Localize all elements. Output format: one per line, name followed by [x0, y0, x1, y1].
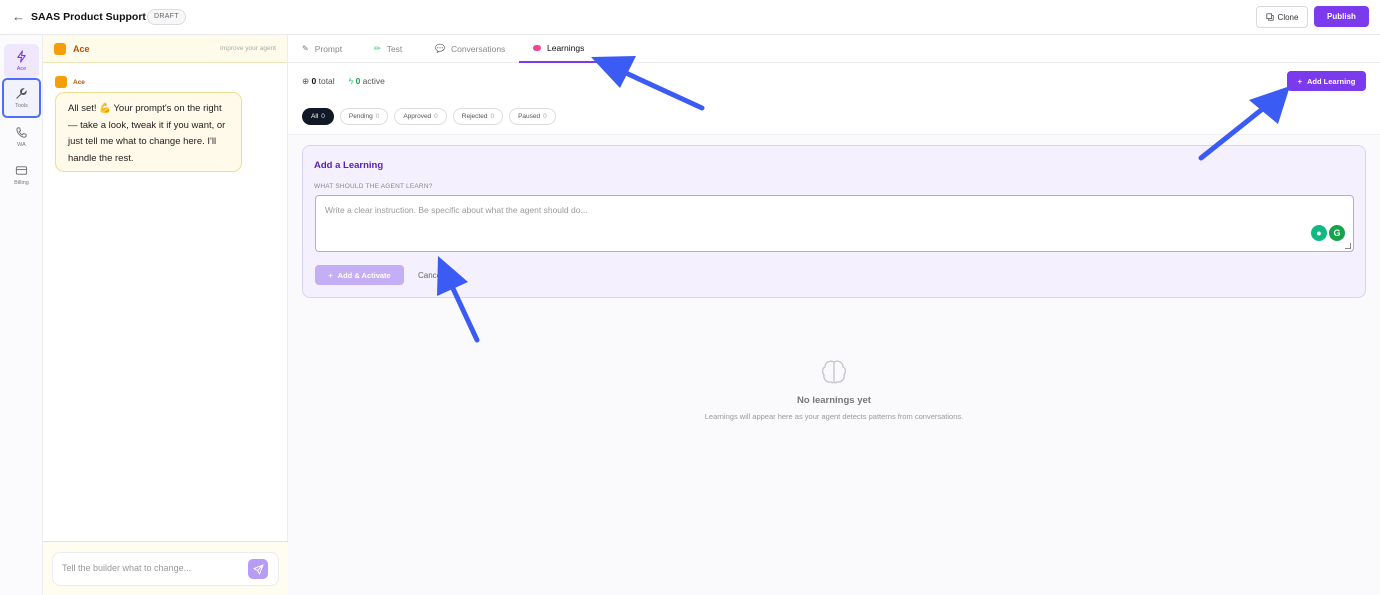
send-icon — [252, 563, 264, 575]
ace-avatar — [54, 42, 66, 55]
cancel-button[interactable]: Cancel — [418, 271, 443, 280]
form-title: Add a Learning — [314, 160, 384, 171]
main-panel: ✎ Prompt ✏ Test 💬 Conversations Learning… — [288, 35, 1380, 595]
card-icon — [15, 166, 28, 175]
message-author-name: Ace — [73, 78, 85, 86]
tab-label: Test — [386, 43, 403, 54]
add-learning-form: Add a Learning WHAT SHOULD THE AGENT LEA… — [302, 145, 1366, 298]
chat-message: All set! 💪 Your prompt's on the right — … — [55, 92, 242, 172]
filter-rejected[interactable]: Rejected 0 — [452, 108, 504, 125]
arrow-left-icon[interactable]: ← — [12, 9, 25, 24]
phone-icon — [16, 127, 27, 138]
brain-outline-icon: ⊕ — [302, 76, 310, 86]
rail-label: WA — [17, 142, 26, 148]
filter-pending[interactable]: Pending 0 — [339, 108, 389, 125]
tab-learnings[interactable]: Learnings — [519, 35, 599, 63]
chat-header: Ace Improve your agent — [43, 35, 287, 63]
avatar — [55, 76, 67, 88]
filter-paused[interactable]: Paused 0 — [509, 108, 556, 125]
tab-label: Prompt — [314, 43, 343, 54]
brain-icon — [821, 360, 847, 384]
builder-chat-panel: Ace Improve your agent Ace All set! 💪 Yo… — [43, 35, 288, 595]
filter-all[interactable]: All 0 — [302, 108, 334, 125]
rail-label: Ace — [16, 66, 27, 72]
resize-handle-icon[interactable] — [1345, 243, 1351, 249]
tab-bar: ✎ Prompt ✏ Test 💬 Conversations Learning… — [288, 35, 1380, 63]
sidebar-rail: Ace Tools WA Billing — [0, 35, 43, 595]
status-filters: All 0 Pending 0 Approved 0 Rejected 0 Paused… — [302, 108, 556, 125]
tab-prompt[interactable]: ✎ Prompt — [288, 35, 356, 62]
rail-item-ace[interactable]: Ace — [4, 44, 39, 78]
send-button[interactable] — [248, 559, 268, 579]
pen-icon: ✎ — [302, 44, 309, 53]
status-badge: DRAFT — [147, 9, 186, 25]
tab-label: Learnings — [547, 43, 585, 53]
add-activate-label: Add & Activate — [337, 270, 391, 280]
plus-icon: + — [328, 270, 333, 280]
rail-item-billing[interactable]: Billing — [4, 158, 39, 192]
add-activate-button[interactable]: + Add & Activate — [315, 265, 404, 285]
learning-stats: ⊕ 0 total ϟ 0 active — [302, 76, 385, 87]
agent-title: SAAS Product Support — [31, 11, 146, 23]
active-stat: ϟ 0 active — [348, 76, 385, 86]
learning-textarea[interactable]: Write a clear instruction. Be specific a… — [315, 195, 1354, 252]
pencil-icon: ✏ — [374, 44, 381, 53]
plus-icon: + — [1297, 76, 1303, 86]
grammarly-icon[interactable]: G — [1329, 225, 1345, 241]
copy-icon — [1265, 13, 1274, 21]
lightning-icon: ϟ — [348, 76, 354, 86]
rail-label: Tools — [15, 103, 28, 109]
clone-button[interactable]: Clone — [1256, 6, 1308, 28]
chat-footer: Tell the builder what to change... — [43, 541, 288, 595]
add-learning-button[interactable]: + Add Learning — [1287, 71, 1366, 91]
chat-bubble-icon: 💬 — [435, 44, 445, 53]
message-author: Ace — [55, 76, 85, 88]
empty-state-title: No learnings yet — [797, 395, 871, 406]
clone-label: Clone — [1277, 12, 1299, 22]
rail-item-wa[interactable]: WA — [4, 120, 39, 154]
tab-test[interactable]: ✏ Test — [360, 35, 416, 62]
tab-label: Conversations — [450, 43, 506, 54]
total-stat: ⊕ 0 total — [302, 76, 335, 86]
improve-label: Improve your agent — [219, 45, 276, 52]
wrench-icon — [16, 88, 27, 99]
publish-button[interactable]: Publish — [1314, 6, 1369, 27]
lightbulb-icon[interactable]: ● — [1311, 225, 1327, 241]
brain-icon — [533, 45, 541, 51]
top-bar: ← SAAS Product Support DRAFT Clone Publi… — [0, 0, 1380, 35]
lightning-icon — [17, 50, 26, 63]
filter-approved[interactable]: Approved 0 — [394, 108, 447, 125]
rail-item-tools[interactable]: Tools — [2, 78, 41, 118]
chat-agent-name: Ace — [73, 43, 90, 54]
chat-input[interactable]: Tell the builder what to change... — [52, 552, 279, 586]
empty-state-subtitle: Learnings will appear here as your agent… — [704, 412, 964, 421]
textarea-placeholder: Write a clear instruction. Be specific a… — [325, 205, 588, 215]
form-field-label: WHAT SHOULD THE AGENT LEARN? — [314, 183, 433, 190]
rail-label: Billing — [14, 180, 29, 186]
extension-icons: ● G — [1311, 225, 1345, 241]
tab-conversations[interactable]: 💬 Conversations — [421, 35, 519, 62]
add-learning-label: Add Learning — [1307, 76, 1356, 86]
